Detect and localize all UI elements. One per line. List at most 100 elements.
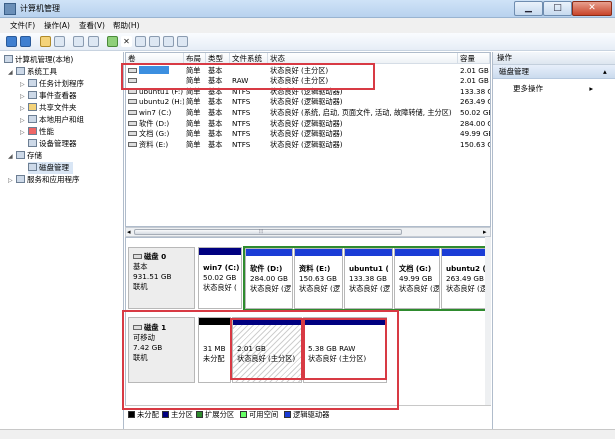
- table-row[interactable]: 文档 (G:) 简单 基本 NTFS 状态良好 (逻辑驱动器) 49.99 GE: [126, 129, 490, 139]
- partition-win7[interactable]: win7 (C:) 50.02 GB 状态良好 (: [198, 247, 242, 309]
- forward-arrow-icon[interactable]: [20, 36, 31, 47]
- up-folder-icon[interactable]: [40, 36, 51, 47]
- properties-icon[interactable]: [88, 36, 99, 47]
- partition-disk1-primary-1[interactable]: 2.01 GB 状态良好 (主分区): [232, 317, 302, 383]
- table-row[interactable]: 资料 (E:) 简单 基本 NTFS 状态良好 (逻辑驱动器) 150.63 G: [126, 140, 490, 150]
- tree-item-shared-folders[interactable]: ▷ 共享文件夹: [20, 102, 77, 114]
- toolbar: ✕: [0, 33, 615, 51]
- table-row[interactable]: ubuntu1 (F:) 简单 基本 NTFS 状态良好 (逻辑驱动器) 133…: [126, 87, 490, 97]
- more-arrow-icon: ▸: [589, 84, 594, 93]
- navigation-tree: 计算机管理(本地) ◢ 系统工具 ▷ 任务计划程序 ▷ 事件查看器 ▷ 共享文件夹 ▷ 本…: [0, 52, 124, 439]
- cell-volume: win7 (C:): [139, 108, 172, 117]
- partition-software[interactable]: 软件 (D:) 284.00 GB 状态良好 (逻: [245, 248, 293, 309]
- table-row[interactable]: 简单 基本 状态良好 (主分区) 2.01 GB: [126, 66, 490, 76]
- cell-status: 状态良好 (主分区): [270, 66, 329, 75]
- table-row[interactable]: 简单 基本 RAW 状态良好 (主分区) 2.01 GB: [126, 76, 490, 86]
- tree-item-device-manager[interactable]: 设备管理器: [28, 138, 77, 150]
- partition-ubuntu2[interactable]: ubuntu2 ( 263.49 GB 状态良好 (逻: [441, 248, 488, 309]
- partition-data[interactable]: 资料 (E:) 150.63 GB 状态良好 (逻: [294, 248, 343, 309]
- back-arrow-icon[interactable]: [6, 36, 17, 47]
- tree-item-task-scheduler[interactable]: ▷ 任务计划程序: [20, 78, 84, 90]
- delete-icon[interactable]: ✕: [121, 36, 132, 47]
- minimize-button[interactable]: ▁: [514, 1, 543, 16]
- menu-action[interactable]: 操作(A): [44, 20, 70, 31]
- col-header-filesystem[interactable]: 文件系统: [230, 53, 268, 64]
- tree-item-performance[interactable]: ▷ 性能: [20, 126, 54, 138]
- table-row[interactable]: win7 (C:) 简单 基本 NTFS 状态良好 (系统, 启动, 页面文件,…: [126, 108, 490, 118]
- disk-map: 磁盘 0 基本 931.51 GB 联机 win7 (C:) 50.02 GB …: [125, 237, 491, 414]
- cell-type: 基本: [208, 129, 223, 138]
- tree-item-system-tools[interactable]: ◢ 系统工具: [8, 66, 57, 78]
- table-row[interactable]: 软件 (D:) 简单 基本 NTFS 状态良好 (逻辑驱动器) 284.00 G: [126, 119, 490, 129]
- help-icon[interactable]: [73, 36, 84, 47]
- table-row[interactable]: ubuntu2 (H:) 简单 基本 NTFS 状态良好 (逻辑驱动器) 263…: [126, 97, 490, 107]
- tree-root[interactable]: 计算机管理(本地): [4, 54, 73, 66]
- cell-capacity: 263.49 G: [460, 97, 490, 106]
- more-actions-link[interactable]: 更多操作 ▸: [513, 83, 593, 94]
- event-viewer-icon: [28, 91, 37, 99]
- drive-icon: [128, 110, 137, 115]
- show-hide-tree-icon[interactable]: [54, 36, 65, 47]
- close-button[interactable]: ✕: [572, 1, 612, 16]
- menu-bar: 文件(F) 操作(A) 查看(V) 帮助(H): [0, 18, 615, 33]
- legend-unallocated: 未分配: [128, 410, 159, 420]
- hard-disk-icon: [133, 254, 142, 259]
- col-header-volume[interactable]: 卷: [126, 53, 184, 64]
- partition-ubuntu1[interactable]: ubuntu1 ( 133.38 GB 状态良好 (逻: [344, 248, 393, 309]
- cell-capacity: 49.99 GE: [460, 129, 490, 138]
- scroll-right-icon[interactable]: ▸: [483, 228, 487, 236]
- col-header-type[interactable]: 类型: [206, 53, 230, 64]
- tree-item-local-users[interactable]: ▷ 本地用户和组: [20, 114, 84, 126]
- cell-type: 基本: [208, 108, 223, 117]
- open-icon[interactable]: [149, 36, 160, 47]
- tree-item-storage[interactable]: ◢ 存储: [8, 150, 42, 162]
- tree-item-disk-management[interactable]: 磁盘管理: [28, 162, 73, 174]
- search-icon[interactable]: [163, 36, 174, 47]
- refresh-icon[interactable]: [107, 36, 118, 47]
- menu-help[interactable]: 帮助(H): [113, 20, 140, 31]
- cell-filesystem: NTFS: [232, 108, 251, 117]
- col-header-status[interactable]: 状态: [268, 53, 458, 64]
- cell-type: 基本: [208, 87, 223, 96]
- disk-management-icon: [28, 163, 37, 171]
- scroll-left-icon[interactable]: ◂: [127, 228, 131, 236]
- cell-filesystem: NTFS: [232, 119, 251, 128]
- volume-name-redacted: [139, 66, 169, 74]
- disk0-status: 联机: [133, 282, 148, 291]
- table-horizontal-scrollbar[interactable]: ◂ ⦙⦙⦙ ▸: [125, 227, 491, 237]
- disk1-label[interactable]: 磁盘 1 可移动 7.42 GB 联机: [128, 317, 195, 383]
- col-header-capacity[interactable]: 容量: [458, 53, 490, 64]
- maximize-button[interactable]: □: [543, 1, 572, 16]
- shared-folder-icon: [28, 103, 37, 111]
- tree-item-event-viewer[interactable]: ▷ 事件查看器: [20, 90, 77, 102]
- cell-filesystem: [230, 66, 268, 76]
- tree-item-services-apps[interactable]: ▷ 服务和应用程序: [8, 174, 80, 186]
- collapse-arrow-icon[interactable]: ▴: [603, 65, 607, 79]
- cell-type: 基本: [208, 97, 223, 106]
- view-icon[interactable]: [177, 36, 188, 47]
- actions-header: 操作: [493, 52, 615, 65]
- title-bar: 计算机管理 ▁ □ ✕: [0, 0, 615, 18]
- cell-filesystem: RAW: [232, 76, 249, 85]
- col-header-layout[interactable]: 布局: [184, 53, 206, 64]
- legend-primary: 主分区: [162, 410, 193, 420]
- actions-pane: 操作 磁盘管理 ▴ 更多操作 ▸: [492, 52, 615, 439]
- cell-filesystem: NTFS: [232, 140, 251, 149]
- cell-capacity: 2.01 GB: [460, 76, 489, 85]
- partition-disk1-primary-2[interactable]: 5.38 GB RAW 状态良好 (主分区): [303, 317, 387, 383]
- partition-documents[interactable]: 文档 (G:) 49.99 GB 状态良好 (逻: [394, 248, 440, 309]
- partition-unallocated[interactable]: 31 MB 未分配: [198, 317, 231, 383]
- disk-map-scrollbar[interactable]: [485, 237, 491, 405]
- cell-volume: ubuntu2 (H:): [139, 97, 184, 106]
- computer-management-icon: [4, 3, 16, 15]
- disk-icon[interactable]: [135, 36, 146, 47]
- cell-capacity: 50.02 GE: [460, 108, 490, 117]
- cell-volume: 资料 (E:): [139, 140, 169, 149]
- actions-section-disk-management[interactable]: 磁盘管理 ▴: [493, 65, 615, 79]
- scroll-thumb[interactable]: ⦙⦙⦙: [134, 228, 402, 235]
- menu-file[interactable]: 文件(F): [10, 20, 35, 31]
- disk0-label[interactable]: 磁盘 0 基本 931.51 GB 联机: [128, 247, 195, 309]
- menu-view[interactable]: 查看(V): [79, 20, 105, 31]
- cell-filesystem: NTFS: [232, 97, 251, 106]
- cell-status: 状态良好 (逻辑驱动器): [270, 97, 343, 106]
